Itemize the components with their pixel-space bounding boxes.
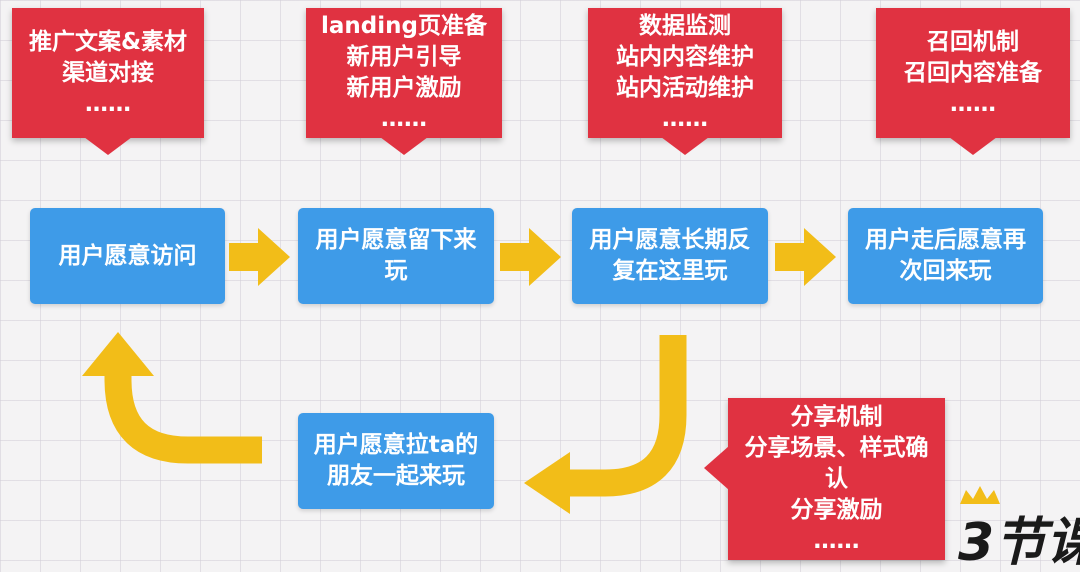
callout-line: 数据监测: [639, 13, 731, 39]
callout-line: 分享激励: [790, 496, 883, 523]
arrow-1-to-2: [229, 228, 290, 286]
callout-line: 站内内容维护: [616, 44, 754, 70]
step-return: 用户走后愿意再次回来玩: [848, 208, 1043, 304]
step-label: 用户愿意留下来玩: [315, 227, 477, 284]
callout-sharing: 分享机制 分享场景、样式确 认 分享激励 ……: [704, 398, 945, 560]
step-stay: 用户愿意留下来玩: [298, 208, 494, 304]
step-label: 用户愿意长期反复在这里玩: [589, 227, 751, 284]
arrow-3-to-4: [775, 228, 836, 286]
callout-line: 分享场景、样式确: [744, 434, 929, 461]
arrow-3-to-5-head: [524, 452, 570, 514]
callout-line: ……: [813, 527, 860, 554]
brand-logo-text: 3节课: [958, 513, 1080, 572]
step-label: 用户走后愿意再次回来玩: [865, 227, 1026, 284]
callout-line: 站内活动维护: [616, 75, 754, 101]
callout-line: 新用户激励: [346, 75, 462, 101]
step-label: 用户愿意拉ta的朋友一起来玩: [313, 432, 479, 489]
callout-line: ……: [381, 106, 427, 132]
step-invite-friends: 用户愿意拉ta的朋友一起来玩: [298, 413, 494, 509]
crown-icon: [960, 486, 1000, 504]
arrow-3-to-5-curve: [568, 335, 687, 497]
callout-line: 认: [825, 465, 848, 492]
callout-line: ……: [950, 90, 996, 117]
callout-line: 新用户引导: [346, 44, 462, 70]
callout-line: 召回机制: [927, 28, 1019, 55]
callout-line: 分享机制: [790, 403, 883, 430]
callout-line: landing页准备: [321, 13, 487, 39]
callout-line: ……: [662, 106, 708, 132]
step-label: 用户愿意访问: [58, 242, 197, 269]
step-visit: 用户愿意访问: [30, 208, 225, 304]
arrow-5-to-1-curve: [104, 374, 262, 464]
callout-line: 推广文案&素材: [28, 28, 188, 55]
callout-line: 召回内容准备: [904, 59, 1042, 86]
callout-recall: 召回机制 召回内容准备 ……: [876, 8, 1070, 155]
callout-landing: landing页准备 新用户引导 新用户激励 ……: [306, 8, 502, 155]
arrow-2-to-3: [500, 228, 561, 286]
step-long-term: 用户愿意长期反复在这里玩: [572, 208, 768, 304]
callout-monitoring: 数据监测 站内内容维护 站内活动维护 ……: [588, 8, 782, 155]
callout-line: 渠道对接: [62, 59, 154, 86]
arrow-5-to-1-head: [82, 332, 154, 376]
callout-promotion: 推广文案&素材 渠道对接 ……: [12, 8, 204, 155]
brand-logo: 3节课: [958, 486, 1080, 572]
callout-line: ……: [85, 90, 131, 117]
